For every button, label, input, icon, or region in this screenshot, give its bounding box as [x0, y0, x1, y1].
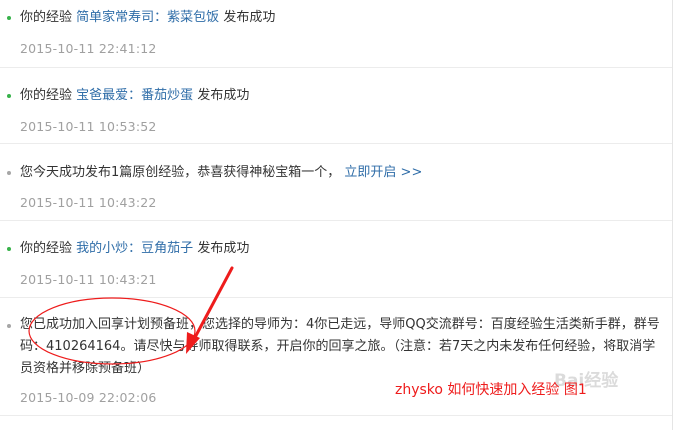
annotation-arrow-shaft: [190, 266, 234, 345]
annotation-ellipse: [28, 297, 196, 365]
annotation-caption: zhysko 如何快速加入经验 图1: [395, 382, 587, 398]
notification-page: 你的经验 简单家常寿司：紫菜包饭 发布成功 2015-10-11 22:41:1…: [0, 0, 682, 430]
annotation-arrow-head: [186, 332, 200, 354]
